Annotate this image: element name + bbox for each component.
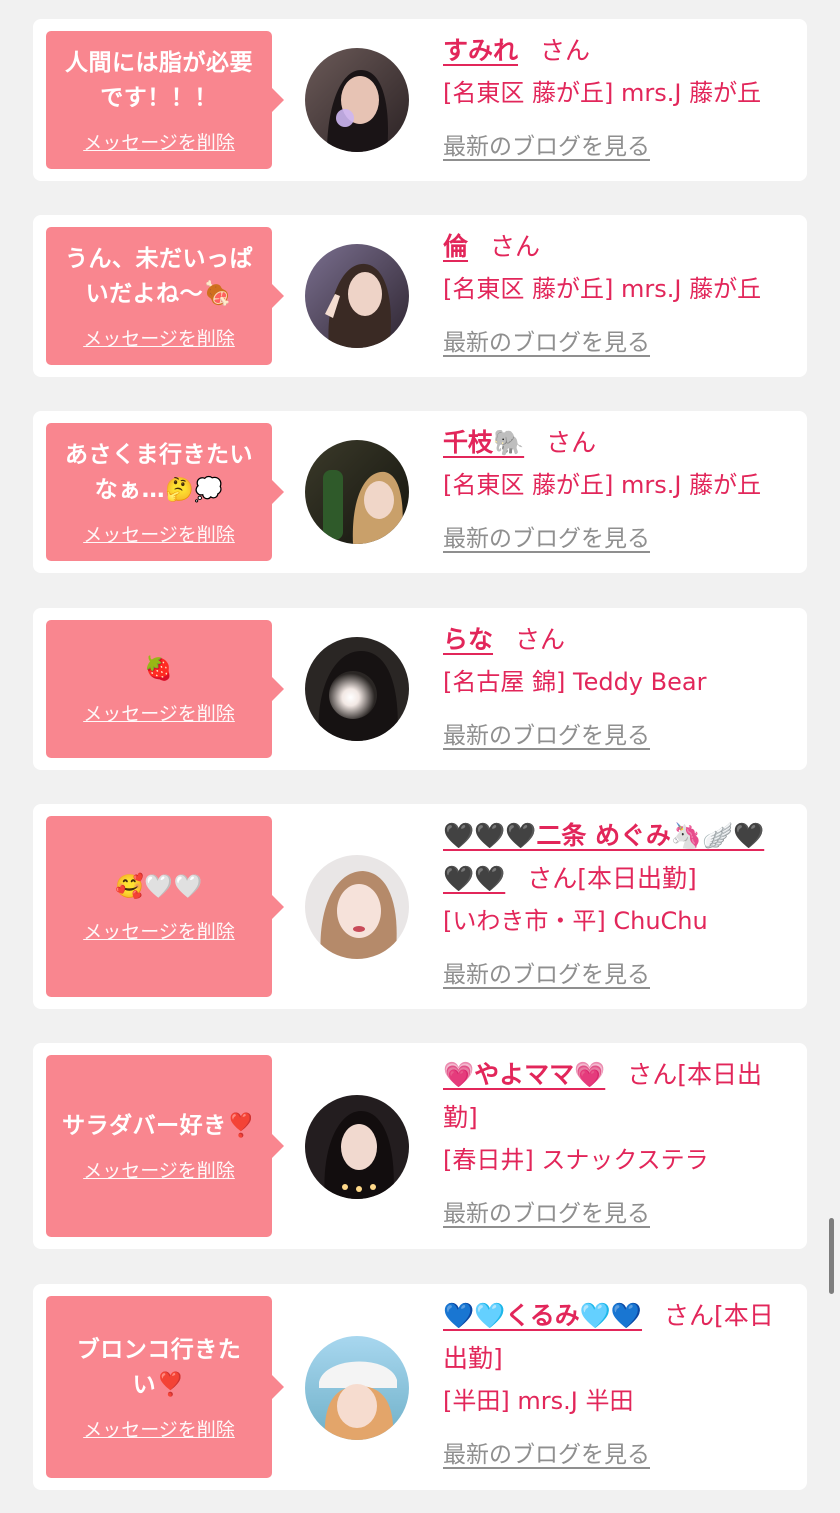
delete-message-link[interactable]: メッセージを削除 xyxy=(83,128,235,155)
message-text: あさくま行きたい なぁ…🤔💭 xyxy=(65,438,253,508)
status-tag: [本日出勤] xyxy=(577,864,697,893)
message-line: です！！！ xyxy=(100,84,218,111)
message-line: サラダバー好き❣️ xyxy=(62,1113,256,1139)
message-bubble: サラダバー好き❣️ メッセージを削除 xyxy=(46,1055,284,1237)
avatar[interactable] xyxy=(305,1095,409,1199)
latest-blog-link[interactable]: 最新のブログを見る xyxy=(443,1435,650,1469)
member-name-line: 倫さん xyxy=(443,225,793,268)
avatar[interactable] xyxy=(305,1336,409,1440)
message-card: 🥰🤍🤍 メッセージを削除 🖤🖤🖤二条 めぐみ🦄🪽🖤🖤🖤 さん[本日出勤] [いわき… xyxy=(33,804,807,1009)
member-name-line: 💙🩵くるみ🩵💙 さん[本日出勤] xyxy=(443,1294,793,1380)
latest-blog-link[interactable]: 最新のブログを見る xyxy=(443,1194,650,1228)
member-name-line: らな さん xyxy=(443,618,793,661)
member-name-link[interactable]: 💙🩵くるみ🩵💙 xyxy=(443,1301,642,1330)
latest-blog-link[interactable]: 最新のブログを見る xyxy=(443,955,650,989)
member-name-link[interactable]: 千枝🐘 xyxy=(443,428,524,457)
honorific: さん xyxy=(664,1301,715,1330)
message-line: なぁ…🤔💭 xyxy=(94,476,224,503)
message-text: 🥰🤍🤍 xyxy=(115,870,202,905)
message-card: サラダバー好き❣️ メッセージを削除 💗やよママ💗 さん[本日出勤] [春日井] … xyxy=(33,1043,807,1249)
message-text: 人間には脂が必要 です！！！ xyxy=(65,46,253,116)
message-line: あさくま行きたい xyxy=(65,441,253,468)
shop-label: [名東区 藤が丘] mrs.J 藤が丘 xyxy=(443,471,762,499)
member-name-link[interactable]: 倫 xyxy=(443,232,468,261)
member-info: 倫さん [名東区 藤が丘] mrs.J 藤が丘 最新のブログを見る xyxy=(443,225,793,357)
member-name-link[interactable]: らな xyxy=(443,625,493,654)
honorific: さん xyxy=(627,1060,678,1089)
honorific: さん xyxy=(527,864,578,893)
member-name-line: すみれ さん xyxy=(443,29,793,72)
shop-label: [半田] mrs.J 半田 xyxy=(443,1387,634,1415)
message-line: ブロンコ行きた xyxy=(76,1336,242,1363)
member-info: 千枝🐘 さん [名東区 藤が丘] mrs.J 藤が丘 最新のブログを見る xyxy=(443,421,793,553)
avatar[interactable] xyxy=(305,48,409,152)
message-card: 人間には脂が必要 です！！！ メッセージを削除 すみれ さん [名東区 藤が丘] … xyxy=(33,19,807,181)
message-line: 人間には脂が必要 xyxy=(65,49,253,76)
message-bubble: ブロンコ行きた い❣️ メッセージを削除 xyxy=(46,1296,284,1478)
honorific: さん xyxy=(515,625,566,654)
member-info: らな さん [名古屋 錦] Teddy Bear 最新のブログを見る xyxy=(443,618,793,750)
delete-message-link[interactable]: メッセージを削除 xyxy=(83,699,235,726)
shop-label: [春日井] スナックステラ xyxy=(443,1146,709,1174)
member-name-line: 千枝🐘 さん xyxy=(443,421,793,464)
message-text: 🍓 xyxy=(144,652,173,687)
avatar[interactable] xyxy=(305,855,409,959)
scrollbar[interactable] xyxy=(829,1218,834,1294)
delete-message-link[interactable]: メッセージを削除 xyxy=(83,917,235,944)
honorific: さん xyxy=(540,36,591,65)
message-line: 🍓 xyxy=(144,656,174,682)
message-card: ブロンコ行きた い❣️ メッセージを削除 💙🩵くるみ🩵💙 さん[本日出勤] [半田… xyxy=(33,1284,807,1490)
member-info: 🖤🖤🖤二条 めぐみ🦄🪽🖤🖤🖤 さん[本日出勤] [いわき市・平] ChuChu 最… xyxy=(443,814,793,989)
avatar[interactable] xyxy=(305,440,409,544)
message-bubble: あさくま行きたい なぁ…🤔💭 メッセージを削除 xyxy=(46,423,284,561)
honorific: さん xyxy=(490,232,541,261)
message-bubble: 🥰🤍🤍 メッセージを削除 xyxy=(46,816,284,997)
message-bubble: 🍓 メッセージを削除 xyxy=(46,620,284,758)
latest-blog-link[interactable]: 最新のブログを見る xyxy=(443,323,650,357)
message-bubble: 人間には脂が必要 です！！！ メッセージを削除 xyxy=(46,31,284,169)
delete-message-link[interactable]: メッセージを削除 xyxy=(83,520,235,547)
member-info: すみれ さん [名東区 藤が丘] mrs.J 藤が丘 最新のブログを見る xyxy=(443,29,793,161)
message-line: うん、未だいっぱ xyxy=(65,245,253,272)
message-line: いだよね〜🍖 xyxy=(85,280,233,307)
message-text: サラダバー好き❣️ xyxy=(62,1109,256,1144)
shop-label: [名東区 藤が丘] mrs.J 藤が丘 xyxy=(443,275,762,303)
message-text: ブロンコ行きた い❣️ xyxy=(77,1333,242,1403)
member-name-link[interactable]: 💗やよママ💗 xyxy=(443,1060,605,1089)
member-name-line: 💗やよママ💗 さん[本日出勤] xyxy=(443,1053,793,1139)
member-info: 💗やよママ💗 さん[本日出勤] [春日井] スナックステラ 最新のブログを見る xyxy=(443,1053,793,1228)
latest-blog-link[interactable]: 最新のブログを見る xyxy=(443,127,650,161)
avatar[interactable] xyxy=(305,244,409,348)
member-name-line: 🖤🖤🖤二条 めぐみ🦄🪽🖤🖤🖤 さん[本日出勤] xyxy=(443,814,793,900)
member-name-link[interactable]: すみれ xyxy=(443,36,518,65)
delete-message-link[interactable]: メッセージを削除 xyxy=(83,1156,235,1183)
avatar[interactable] xyxy=(305,637,409,741)
message-line: い❣️ xyxy=(132,1371,186,1398)
delete-message-link[interactable]: メッセージを削除 xyxy=(83,1415,235,1442)
message-card: 🍓 メッセージを削除 らな さん [名古屋 錦] Teddy Bear 最新のブロ… xyxy=(33,608,807,770)
honorific: さん xyxy=(546,428,597,457)
message-card: うん、未だいっぱ いだよね〜🍖 メッセージを削除 倫さん [名東区 藤が丘] m… xyxy=(33,215,807,377)
shop-label: [いわき市・平] ChuChu xyxy=(443,907,708,935)
message-text: うん、未だいっぱ いだよね〜🍖 xyxy=(65,242,253,312)
message-bubble: うん、未だいっぱ いだよね〜🍖 メッセージを削除 xyxy=(46,227,284,365)
message-card: あさくま行きたい なぁ…🤔💭 メッセージを削除 千枝🐘 さん [名東区 藤が丘] … xyxy=(33,411,807,573)
shop-label: [名古屋 錦] Teddy Bear xyxy=(443,668,707,696)
shop-label: [名東区 藤が丘] mrs.J 藤が丘 xyxy=(443,79,762,107)
delete-message-link[interactable]: メッセージを削除 xyxy=(83,324,235,351)
message-line: 🥰🤍🤍 xyxy=(115,873,203,900)
latest-blog-link[interactable]: 最新のブログを見る xyxy=(443,519,650,553)
member-info: 💙🩵くるみ🩵💙 さん[本日出勤] [半田] mrs.J 半田 最新のブログを見る xyxy=(443,1294,793,1469)
latest-blog-link[interactable]: 最新のブログを見る xyxy=(443,716,650,750)
